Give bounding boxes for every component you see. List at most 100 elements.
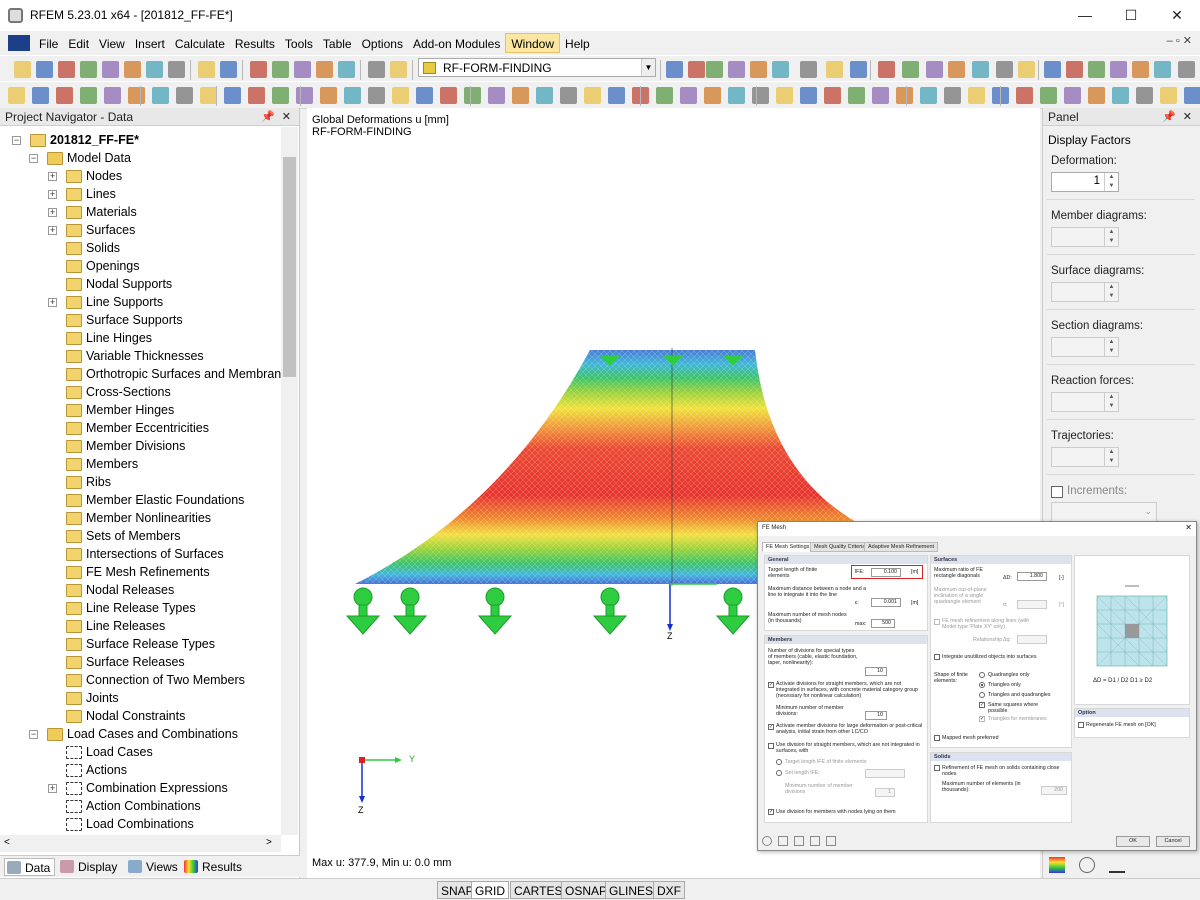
toolbar-tool-icon[interactable] (1040, 87, 1057, 104)
activate-large-checkbox[interactable]: ✓ (768, 724, 774, 730)
toolbar-tool-icon[interactable] (58, 61, 75, 78)
toolbar-tool-icon[interactable] (560, 87, 577, 104)
tab-mesh-quality[interactable]: Mesh Quality Criteria (810, 542, 870, 552)
toolbar-tool-icon[interactable] (146, 61, 163, 78)
tree-item-member-hinges[interactable]: Member Hinges (86, 401, 174, 419)
toolbar-tool-icon[interactable] (338, 61, 355, 78)
spin-arrows-icon[interactable]: ▲ ▼ (1104, 283, 1118, 301)
toolbar-tool-icon[interactable] (800, 61, 817, 78)
toolbar-tool-icon[interactable] (224, 87, 241, 104)
menu-add-on-modules[interactable]: Add-on Modules (408, 34, 505, 54)
toolbar-tool-icon[interactable] (920, 87, 937, 104)
spin-arrows-icon[interactable]: ▲ ▼ (1104, 228, 1118, 246)
toolbar-tool-icon[interactable] (1016, 87, 1033, 104)
toolbar-tool-icon[interactable] (800, 87, 817, 104)
toolbar-tool-icon[interactable] (926, 61, 943, 78)
toolbar-tool-icon[interactable] (368, 87, 385, 104)
toolbar-tool-icon[interactable] (152, 87, 169, 104)
toolbar-tool-icon[interactable] (776, 87, 793, 104)
status-toggle-grid[interactable]: GRID (471, 881, 509, 899)
tree-item-ribs[interactable]: Ribs (86, 473, 111, 491)
status-toggle-osnap[interactable]: OSNAP (561, 881, 612, 899)
menu-view[interactable]: View (94, 34, 130, 54)
regen-checkbox[interactable] (1078, 722, 1084, 728)
toolbar-tool-icon[interactable] (56, 87, 73, 104)
toolbar-tool-icon[interactable] (1132, 61, 1149, 78)
toolbar-tool-icon[interactable] (824, 87, 841, 104)
use-div-checkbox[interactable] (768, 743, 774, 749)
maximize-button[interactable]: ☐ (1108, 0, 1154, 31)
tab-results[interactable]: Results (182, 858, 242, 876)
toolbar-tool-icon[interactable] (416, 87, 433, 104)
toolbar-tool-icon[interactable] (706, 61, 723, 78)
toolbar-tool-icon[interactable] (464, 87, 481, 104)
toolbar-tool-icon[interactable] (1184, 87, 1200, 104)
toolbar-tool-icon[interactable] (872, 87, 889, 104)
filter-icon[interactable] (1109, 857, 1125, 873)
toolbar-tool-icon[interactable] (996, 61, 1013, 78)
increments-checkbox[interactable] (1051, 486, 1063, 498)
alpha-input[interactable] (1017, 600, 1047, 609)
toolbar-tool-icon[interactable] (36, 61, 53, 78)
tree-item-action-combinations[interactable]: Action Combinations (86, 797, 201, 815)
target-lfe-radio[interactable] (776, 759, 782, 765)
tree-item-member-nonlinearities[interactable]: Member Nonlinearities (86, 509, 211, 527)
menu-file[interactable]: File (34, 34, 63, 54)
use-nodes-checkbox[interactable]: ✓ (768, 809, 774, 815)
panel-spinner-4[interactable]: ▲ ▼ (1051, 392, 1119, 412)
activate-div-checkbox[interactable]: ✓ (768, 682, 774, 688)
toolbar-tool-icon[interactable] (728, 61, 745, 78)
toolbar-tool-icon[interactable] (102, 61, 119, 78)
tab-display[interactable]: Display (58, 858, 117, 876)
toolbar-tool-icon[interactable] (1136, 87, 1153, 104)
tree-item-openings[interactable]: Openings (86, 257, 140, 275)
import-icon[interactable] (810, 836, 820, 846)
toolbar-tool-icon[interactable] (296, 87, 313, 104)
tree-item-materials[interactable]: Materials (86, 203, 137, 221)
toolbar-tool-icon[interactable] (850, 61, 867, 78)
toolbar-tool-icon[interactable] (1066, 61, 1083, 78)
tree-item-solids[interactable]: Solids (86, 239, 120, 257)
integrate-checkbox[interactable] (934, 654, 940, 660)
toolbar-tool-icon[interactable] (536, 87, 553, 104)
toolbar-tool-icon[interactable] (128, 87, 145, 104)
tree-item-nodal-constraints[interactable]: Nodal Constraints (86, 707, 185, 725)
toolbar-tool-icon[interactable] (902, 61, 919, 78)
eps-input[interactable]: 0.001 (871, 598, 901, 607)
minimize-button[interactable]: — (1062, 0, 1108, 31)
tree-item-lines[interactable]: Lines (86, 185, 116, 203)
toolbar-tool-icon[interactable] (704, 87, 721, 104)
toolbar-tool-icon[interactable] (220, 61, 237, 78)
toolbar-tool-icon[interactable] (1088, 87, 1105, 104)
spin-arrows-icon[interactable]: ▲ ▼ (1104, 393, 1118, 411)
toolbar-tool-icon[interactable] (80, 87, 97, 104)
tree-item-surface-release-types[interactable]: Surface Release Types (86, 635, 215, 653)
set-len-input[interactable] (865, 769, 905, 778)
collapse-icon[interactable]: − (12, 136, 21, 145)
tree-item-joints[interactable]: Joints (86, 689, 119, 707)
toolbar-tool-icon[interactable] (848, 87, 865, 104)
dq-input[interactable] (1017, 635, 1047, 644)
tree-item-line-release-types[interactable]: Line Release Types (86, 599, 196, 617)
edit-icon[interactable] (778, 836, 788, 846)
toolbar-tool-icon[interactable] (1064, 87, 1081, 104)
help-icon[interactable] (762, 836, 772, 846)
tree-item-sets-of-members[interactable]: Sets of Members (86, 527, 180, 545)
tab-adaptive-refinement[interactable]: Adaptive Mesh Refinement (864, 542, 939, 552)
chevron-down-icon[interactable]: ▼ (641, 59, 655, 76)
scroll-thumb[interactable] (283, 157, 296, 377)
panel-spinner-2[interactable]: ▲ ▼ (1051, 282, 1119, 302)
toolbar-tool-icon[interactable] (826, 61, 843, 78)
toolbar-tool-icon[interactable] (1044, 61, 1061, 78)
toolbar-tool-icon[interactable] (200, 87, 217, 104)
status-toggle-dxf[interactable]: DXF (653, 881, 685, 899)
toolbar-tool-icon[interactable] (512, 87, 529, 104)
document-icon[interactable] (8, 35, 30, 51)
toolbar-tool-icon[interactable] (878, 61, 895, 78)
tree-item-load-combinations[interactable]: Load Combinations (86, 815, 194, 833)
dd-input[interactable]: 1.800 (1017, 572, 1047, 581)
export-icon[interactable] (826, 836, 836, 846)
tree-item-nodes[interactable]: Nodes (86, 167, 122, 185)
toolbar-tool-icon[interactable] (1154, 61, 1171, 78)
pin-icon[interactable]: 📌 (1162, 108, 1176, 126)
